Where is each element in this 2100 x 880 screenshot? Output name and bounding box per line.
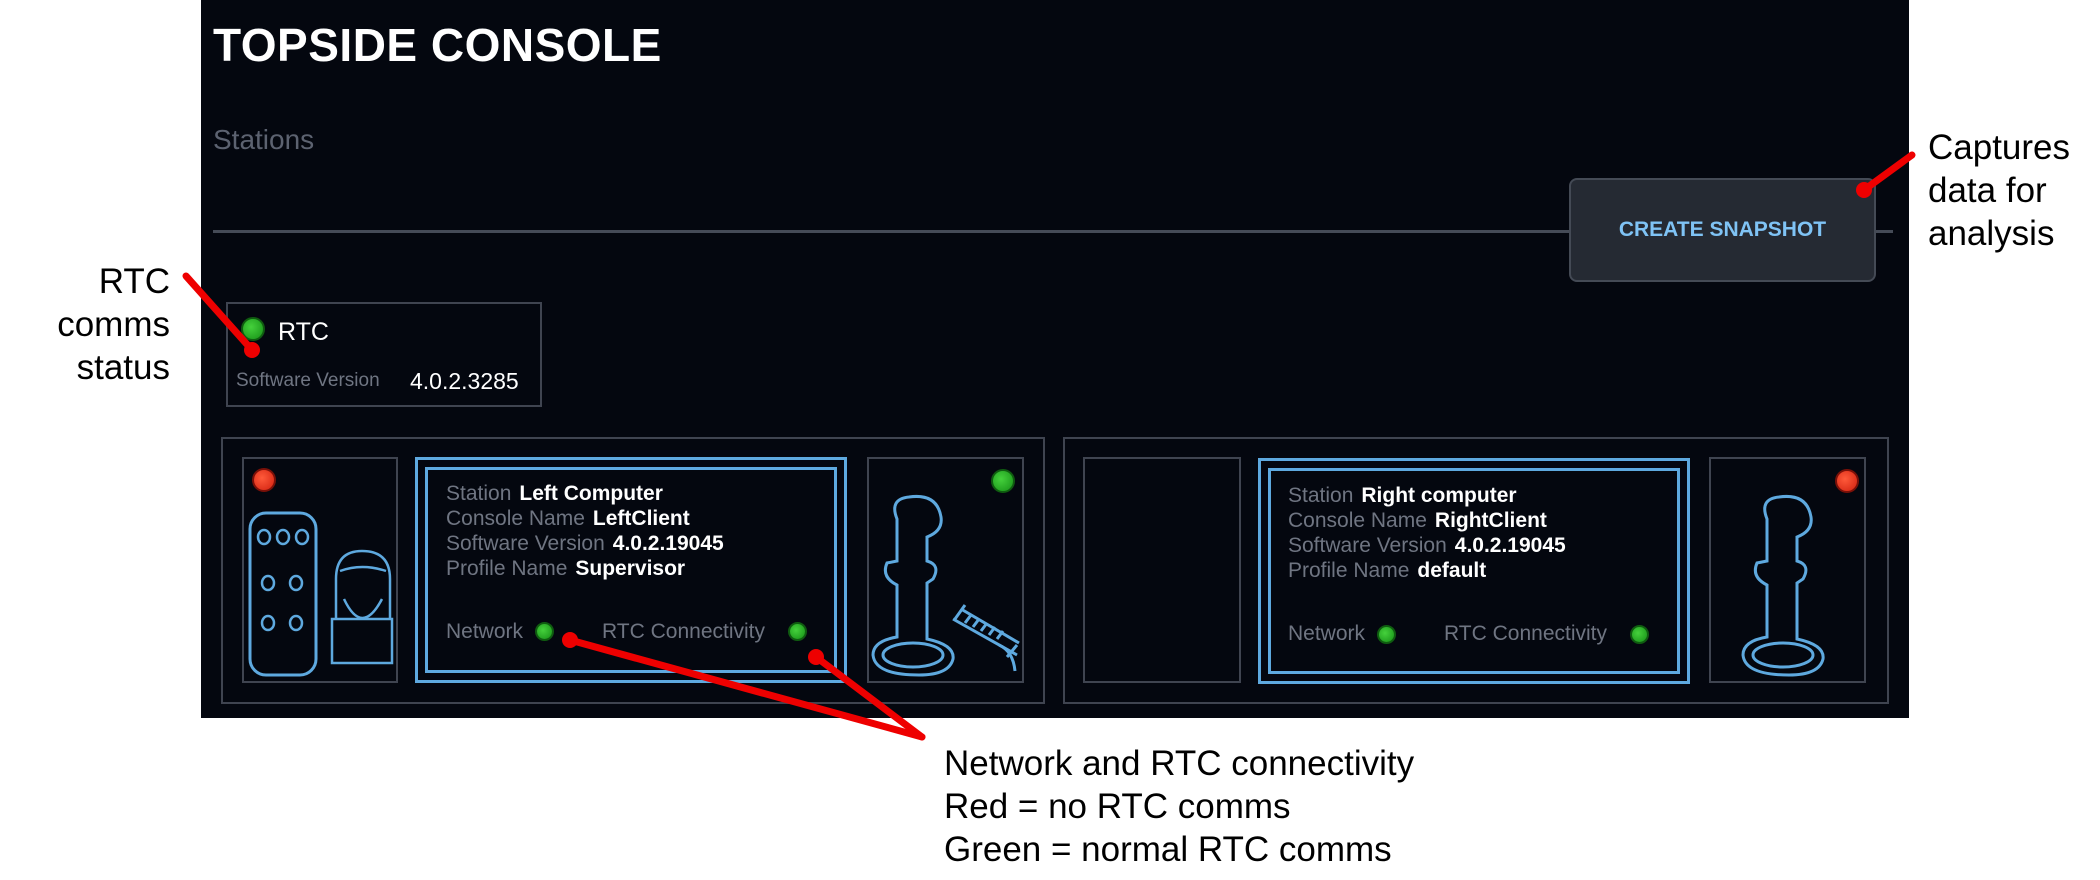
annotation-arrows [182,151,1916,741]
